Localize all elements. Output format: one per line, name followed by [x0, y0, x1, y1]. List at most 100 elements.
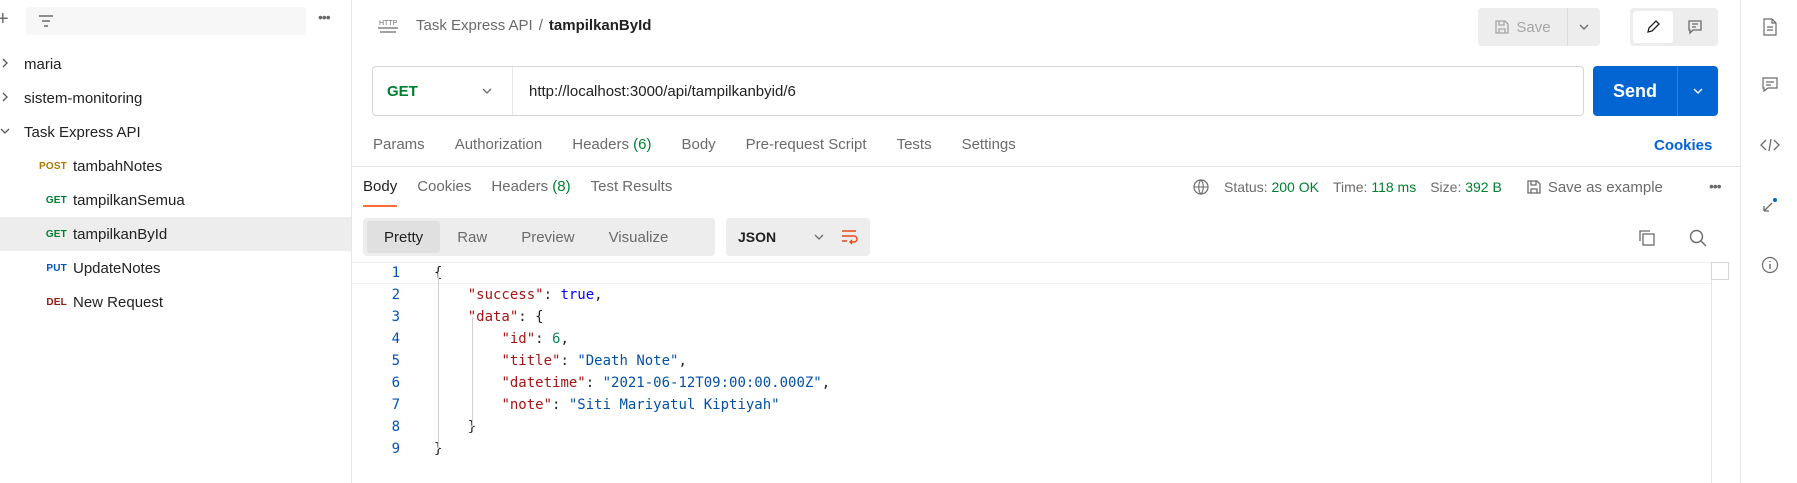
request-label: tampilkanSemua — [73, 191, 185, 209]
copy-icon[interactable] — [1637, 228, 1657, 248]
request-label: UpdateNotes — [73, 259, 161, 277]
tab-body[interactable]: Body — [681, 136, 715, 156]
sidebar-request-tampilkansemua[interactable]: GET tampilkanSemua — [0, 183, 351, 217]
globe-icon[interactable] — [1192, 178, 1210, 196]
code-text: "data": { — [467, 309, 544, 325]
code-text: "success": true, — [467, 287, 603, 303]
method-badge: POST — [38, 160, 67, 172]
save-as-example-button[interactable]: Save as example — [1526, 179, 1663, 196]
editor-scrollbar-track[interactable] — [1711, 262, 1712, 483]
comment-icon[interactable] — [1759, 74, 1781, 96]
response-body-editor[interactable]: 1 { 2 "success": true, 3 "data": { 4 "id… — [352, 262, 1712, 483]
sidebar-request-updatenotes[interactable]: PUT UpdateNotes — [0, 251, 351, 285]
collection-label: Task Express API — [24, 123, 141, 141]
wrap-lines-button[interactable] — [830, 218, 870, 256]
line-number: 9 — [391, 441, 400, 457]
code-text: "datetime": "2021-06-12T09:00:00.000Z", — [501, 375, 831, 391]
request-label: New Request — [73, 293, 164, 311]
breadcrumb-separator: / — [538, 17, 543, 34]
more-icon[interactable]: ••• — [318, 9, 331, 25]
right-sidebar — [1740, 0, 1797, 483]
tab-authorization[interactable]: Authorization — [455, 136, 543, 156]
code-icon[interactable] — [1759, 134, 1781, 156]
line-number: 2 — [391, 287, 400, 303]
add-icon[interactable]: + — [0, 9, 9, 29]
time-value: 118 ms — [1371, 179, 1417, 195]
code-text: } — [434, 419, 477, 435]
url-input[interactable] — [513, 82, 1583, 100]
tab-headers[interactable]: Headers (6) — [572, 136, 651, 156]
line-number: 3 — [391, 309, 400, 325]
response-tab-headers-count: (8) — [552, 178, 571, 195]
sidebar-request-new-request[interactable]: DEL New Request — [0, 285, 351, 319]
save-dropdown-button[interactable] — [1568, 8, 1600, 46]
editor-minimap-handle[interactable] — [1711, 262, 1729, 280]
request-tabs: Params Authorization Headers (6) Body Pr… — [373, 136, 1016, 156]
save-button[interactable]: Save — [1478, 8, 1568, 46]
breadcrumb: Task Express API / tampilkanById — [416, 17, 651, 34]
send-dropdown-button[interactable] — [1678, 66, 1718, 116]
code-text: "note": "Siti Mariyatul Kiptiyah" — [501, 397, 780, 413]
search-icon[interactable] — [1688, 228, 1708, 248]
status-value: 200 OK — [1271, 179, 1319, 195]
breadcrumb-collection[interactable]: Task Express API — [416, 17, 533, 34]
line-number: 6 — [391, 375, 400, 391]
view-preview[interactable]: Preview — [504, 221, 591, 253]
send-button[interactable]: Send — [1593, 66, 1678, 116]
collection-label: sistem-monitoring — [24, 89, 143, 107]
edit-button[interactable] — [1633, 11, 1673, 43]
format-select[interactable]: JSON — [726, 218, 836, 256]
save-label: Save — [1516, 18, 1551, 36]
size-info[interactable]: Size: 392 B — [1430, 179, 1502, 195]
status-info[interactable]: Status: 200 OK — [1224, 179, 1319, 195]
view-visualize[interactable]: Visualize — [592, 221, 686, 253]
filter-icon[interactable] — [38, 14, 54, 28]
chevron-down-icon — [1579, 24, 1589, 30]
chevron-right-icon[interactable] — [0, 57, 24, 71]
pencil-icon — [1647, 20, 1660, 33]
line-number: 8 — [391, 419, 400, 435]
response-status: Status: 200 OK Time: 118 ms Size: 392 B … — [1192, 178, 1663, 196]
code-line: 7 "note": "Siti Mariyatul Kiptiyah" — [352, 394, 1712, 416]
chevron-right-icon[interactable] — [0, 91, 24, 105]
response-more-icon[interactable]: ••• — [1709, 178, 1722, 194]
tab-pre-request-script[interactable]: Pre-request Script — [746, 136, 867, 156]
chevron-down-icon — [814, 234, 824, 240]
sidebar-search[interactable] — [26, 7, 306, 35]
cookies-link[interactable]: Cookies — [1654, 137, 1712, 154]
code-line: 4 "id": 6, — [352, 328, 1712, 350]
response-view-selector: Pretty Raw Preview Visualize — [363, 218, 715, 256]
response-tab-body[interactable]: Body — [363, 178, 398, 207]
chevron-down-icon[interactable] — [0, 125, 24, 139]
method-select[interactable]: GET — [373, 67, 513, 115]
sidebar-collection-sistem-monitoring[interactable]: sistem-monitoring — [0, 81, 351, 115]
sidebar-request-tambahnotes[interactable]: POST tambahNotes — [0, 149, 351, 183]
sidebar-collection-task-express-api[interactable]: Task Express API — [0, 115, 351, 149]
info-icon[interactable] — [1759, 254, 1781, 276]
tab-settings[interactable]: Settings — [962, 136, 1016, 156]
indent-guide — [438, 273, 439, 449]
response-tab-cookies[interactable]: Cookies — [417, 178, 471, 195]
line-number: 5 — [391, 353, 400, 369]
line-number: 7 — [391, 397, 400, 413]
request-label: tampilkanById — [73, 225, 168, 243]
breadcrumb-request[interactable]: tampilkanById — [549, 17, 652, 34]
response-tab-test-results[interactable]: Test Results — [591, 178, 673, 195]
tab-tests[interactable]: Tests — [897, 136, 932, 156]
view-pretty[interactable]: Pretty — [367, 221, 441, 253]
sidebar-collection-maria[interactable]: maria — [0, 47, 351, 81]
collection-label: maria — [24, 55, 62, 73]
comments-button[interactable] — [1675, 11, 1715, 43]
view-mode-toggle — [1630, 8, 1718, 46]
tab-headers-count: (6) — [633, 136, 652, 153]
tab-params[interactable]: Params — [373, 136, 425, 156]
sidebar-request-tampilkanbyid[interactable]: GET tampilkanById — [0, 217, 351, 251]
related-requests-icon[interactable] — [1759, 194, 1781, 216]
documentation-icon[interactable] — [1759, 16, 1781, 38]
time-info[interactable]: Time: 118 ms — [1333, 179, 1416, 195]
method-badge: GET — [45, 228, 67, 240]
view-raw[interactable]: Raw — [440, 221, 504, 253]
response-tab-headers[interactable]: Headers (8) — [491, 178, 570, 195]
chevron-down-icon — [1693, 88, 1703, 94]
wrap-icon — [842, 230, 858, 245]
